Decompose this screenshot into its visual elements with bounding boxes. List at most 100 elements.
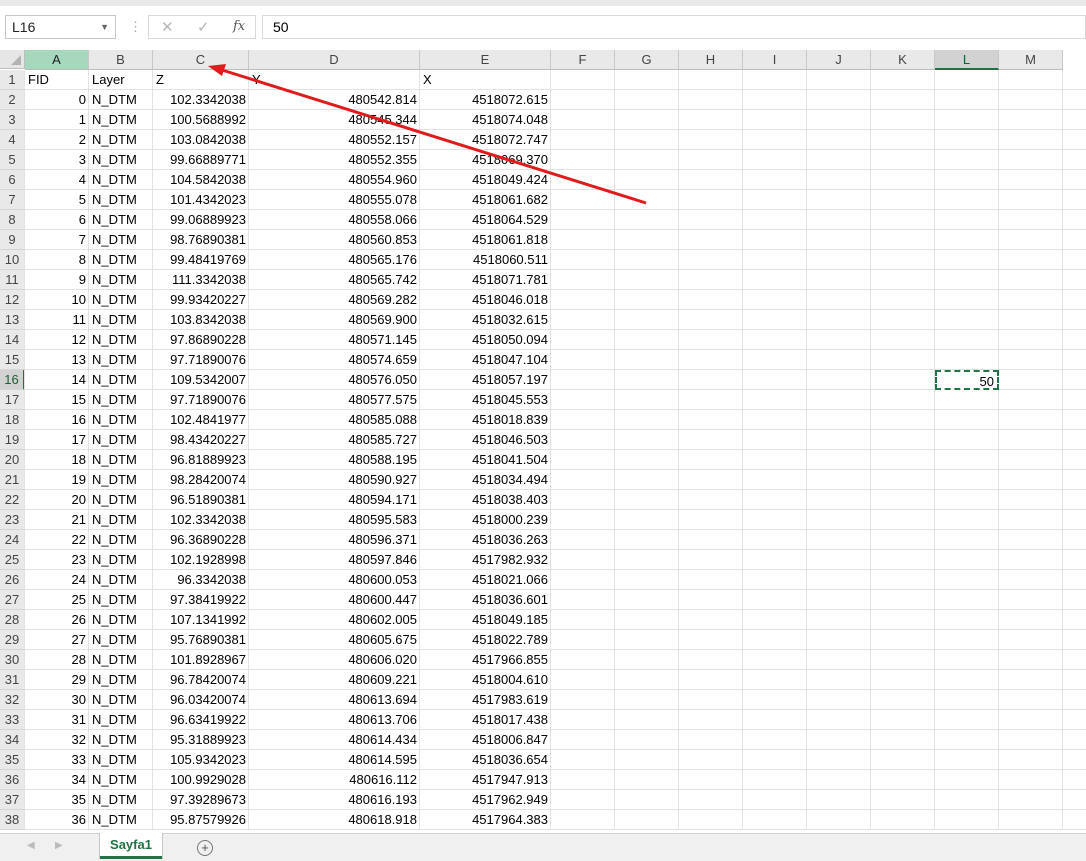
cell-fid[interactable]: 6 <box>25 210 89 230</box>
select-all-button[interactable] <box>0 50 25 69</box>
cell-x[interactable]: 4518038.403 <box>420 490 551 510</box>
cell-layer[interactable]: N_DTM <box>89 530 153 550</box>
row-header-11[interactable]: 11 <box>0 270 25 290</box>
cell-z[interactable]: 103.0842038 <box>153 130 249 150</box>
enter-icon[interactable]: ✓ <box>197 18 210 36</box>
row-header-22[interactable]: 22 <box>0 490 25 510</box>
cell-y[interactable]: 480614.595 <box>249 750 420 770</box>
cell-y[interactable]: 480569.282 <box>249 290 420 310</box>
cell-fid[interactable]: 32 <box>25 730 89 750</box>
cell-fid[interactable]: 10 <box>25 290 89 310</box>
cell-y[interactable]: 480585.088 <box>249 410 420 430</box>
cell-x[interactable]: 4518046.503 <box>420 430 551 450</box>
prev-sheet-icon[interactable]: ◀ <box>27 840 35 851</box>
cell-fid[interactable]: 28 <box>25 650 89 670</box>
cell-layer[interactable]: N_DTM <box>89 290 153 310</box>
cell-y[interactable]: 480590.927 <box>249 470 420 490</box>
add-sheet-icon[interactable]: + <box>197 840 213 856</box>
cell-z[interactable]: 99.66889771 <box>153 150 249 170</box>
row-header-35[interactable]: 35 <box>0 750 25 770</box>
cell-layer[interactable]: N_DTM <box>89 750 153 770</box>
cell-layer[interactable]: N_DTM <box>89 450 153 470</box>
row-header-5[interactable]: 5 <box>0 150 25 170</box>
cell-z[interactable]: 97.86890228 <box>153 330 249 350</box>
cell-x[interactable]: 4518069.370 <box>420 150 551 170</box>
row-header-4[interactable]: 4 <box>0 130 25 150</box>
cell-layer[interactable]: N_DTM <box>89 130 153 150</box>
cell-z[interactable]: 99.06889923 <box>153 210 249 230</box>
cell-fid[interactable]: 1 <box>25 110 89 130</box>
row-header-33[interactable]: 33 <box>0 710 25 730</box>
cell-z[interactable]: 105.9342023 <box>153 750 249 770</box>
row-header-38[interactable]: 38 <box>0 810 25 830</box>
cell-x[interactable]: 4518072.615 <box>420 90 551 110</box>
cell-y[interactable]: 480545.344 <box>249 110 420 130</box>
row-header-31[interactable]: 31 <box>0 670 25 690</box>
cell-y[interactable]: 480600.447 <box>249 590 420 610</box>
cell-layer[interactable]: N_DTM <box>89 650 153 670</box>
cell-z[interactable]: 96.78420074 <box>153 670 249 690</box>
cell-y[interactable]: 480565.742 <box>249 270 420 290</box>
cell-z[interactable]: 96.03420074 <box>153 690 249 710</box>
header-cell-y[interactable]: Y <box>249 70 420 90</box>
cell-fid[interactable]: 18 <box>25 450 89 470</box>
chevron-down-icon[interactable]: ▼ <box>100 16 109 38</box>
cell-x[interactable]: 4518049.424 <box>420 170 551 190</box>
cell-x[interactable]: 4518061.818 <box>420 230 551 250</box>
cell-layer[interactable]: N_DTM <box>89 150 153 170</box>
formula-input[interactable]: 50 <box>262 15 1086 39</box>
row-header-16[interactable]: 16 <box>0 370 25 390</box>
cell-fid[interactable]: 35 <box>25 790 89 810</box>
cell-x[interactable]: 4518064.529 <box>420 210 551 230</box>
cell-z[interactable]: 97.39289673 <box>153 790 249 810</box>
next-sheet-icon[interactable]: ▶ <box>55 840 63 851</box>
row-header-37[interactable]: 37 <box>0 790 25 810</box>
cell-x[interactable]: 4518036.654 <box>420 750 551 770</box>
cell-layer[interactable]: N_DTM <box>89 710 153 730</box>
cell-fid[interactable]: 13 <box>25 350 89 370</box>
cell-fid[interactable]: 4 <box>25 170 89 190</box>
cell-x[interactable]: 4518006.847 <box>420 730 551 750</box>
sheet-tab-sayfa1[interactable]: Sayfa1 <box>100 833 162 859</box>
cell-layer[interactable]: N_DTM <box>89 90 153 110</box>
cell-fid[interactable]: 16 <box>25 410 89 430</box>
cell-z[interactable]: 96.63419922 <box>153 710 249 730</box>
cell-layer[interactable]: N_DTM <box>89 550 153 570</box>
cell-x[interactable]: 4518004.610 <box>420 670 551 690</box>
cell-layer[interactable]: N_DTM <box>89 110 153 130</box>
cell-x[interactable]: 4518032.615 <box>420 310 551 330</box>
cell-y[interactable]: 480552.355 <box>249 150 420 170</box>
cell-y[interactable]: 480600.053 <box>249 570 420 590</box>
header-cell-layer[interactable]: Layer <box>89 70 153 90</box>
cell-z[interactable]: 102.3342038 <box>153 510 249 530</box>
cell-z[interactable]: 102.3342038 <box>153 90 249 110</box>
cell-y[interactable]: 480602.005 <box>249 610 420 630</box>
cell-fid[interactable]: 11 <box>25 310 89 330</box>
cell-y[interactable]: 480613.694 <box>249 690 420 710</box>
name-box[interactable]: L16 ▼ <box>5 15 116 39</box>
cell-x[interactable]: 4518021.066 <box>420 570 551 590</box>
header-cell-fid[interactable]: FID <box>25 70 89 90</box>
cell-y[interactable]: 480616.112 <box>249 770 420 790</box>
cell-fid[interactable]: 5 <box>25 190 89 210</box>
row-header-19[interactable]: 19 <box>0 430 25 450</box>
cell-z[interactable]: 97.71890076 <box>153 390 249 410</box>
row-header-28[interactable]: 28 <box>0 610 25 630</box>
column-header-j[interactable]: J <box>807 50 871 70</box>
cell-layer[interactable]: N_DTM <box>89 170 153 190</box>
cell-fid[interactable]: 8 <box>25 250 89 270</box>
column-header-e[interactable]: E <box>420 50 551 70</box>
cell-area[interactable]: FID Layer Z Y X 0 N_DTM 102.3342038 480542.814 45… <box>24 70 1086 830</box>
cell-x[interactable]: 4518036.263 <box>420 530 551 550</box>
row-header-34[interactable]: 34 <box>0 730 25 750</box>
cell-layer[interactable]: N_DTM <box>89 250 153 270</box>
cell-layer[interactable]: N_DTM <box>89 470 153 490</box>
cell-z[interactable]: 101.4342023 <box>153 190 249 210</box>
column-header-a[interactable]: A <box>25 50 89 70</box>
cell-fid[interactable]: 9 <box>25 270 89 290</box>
cell-y[interactable]: 480614.434 <box>249 730 420 750</box>
cell-z[interactable]: 103.8342038 <box>153 310 249 330</box>
cell-x[interactable]: 4517983.619 <box>420 690 551 710</box>
cell-z[interactable]: 98.76890381 <box>153 230 249 250</box>
cell-y[interactable]: 480588.195 <box>249 450 420 470</box>
